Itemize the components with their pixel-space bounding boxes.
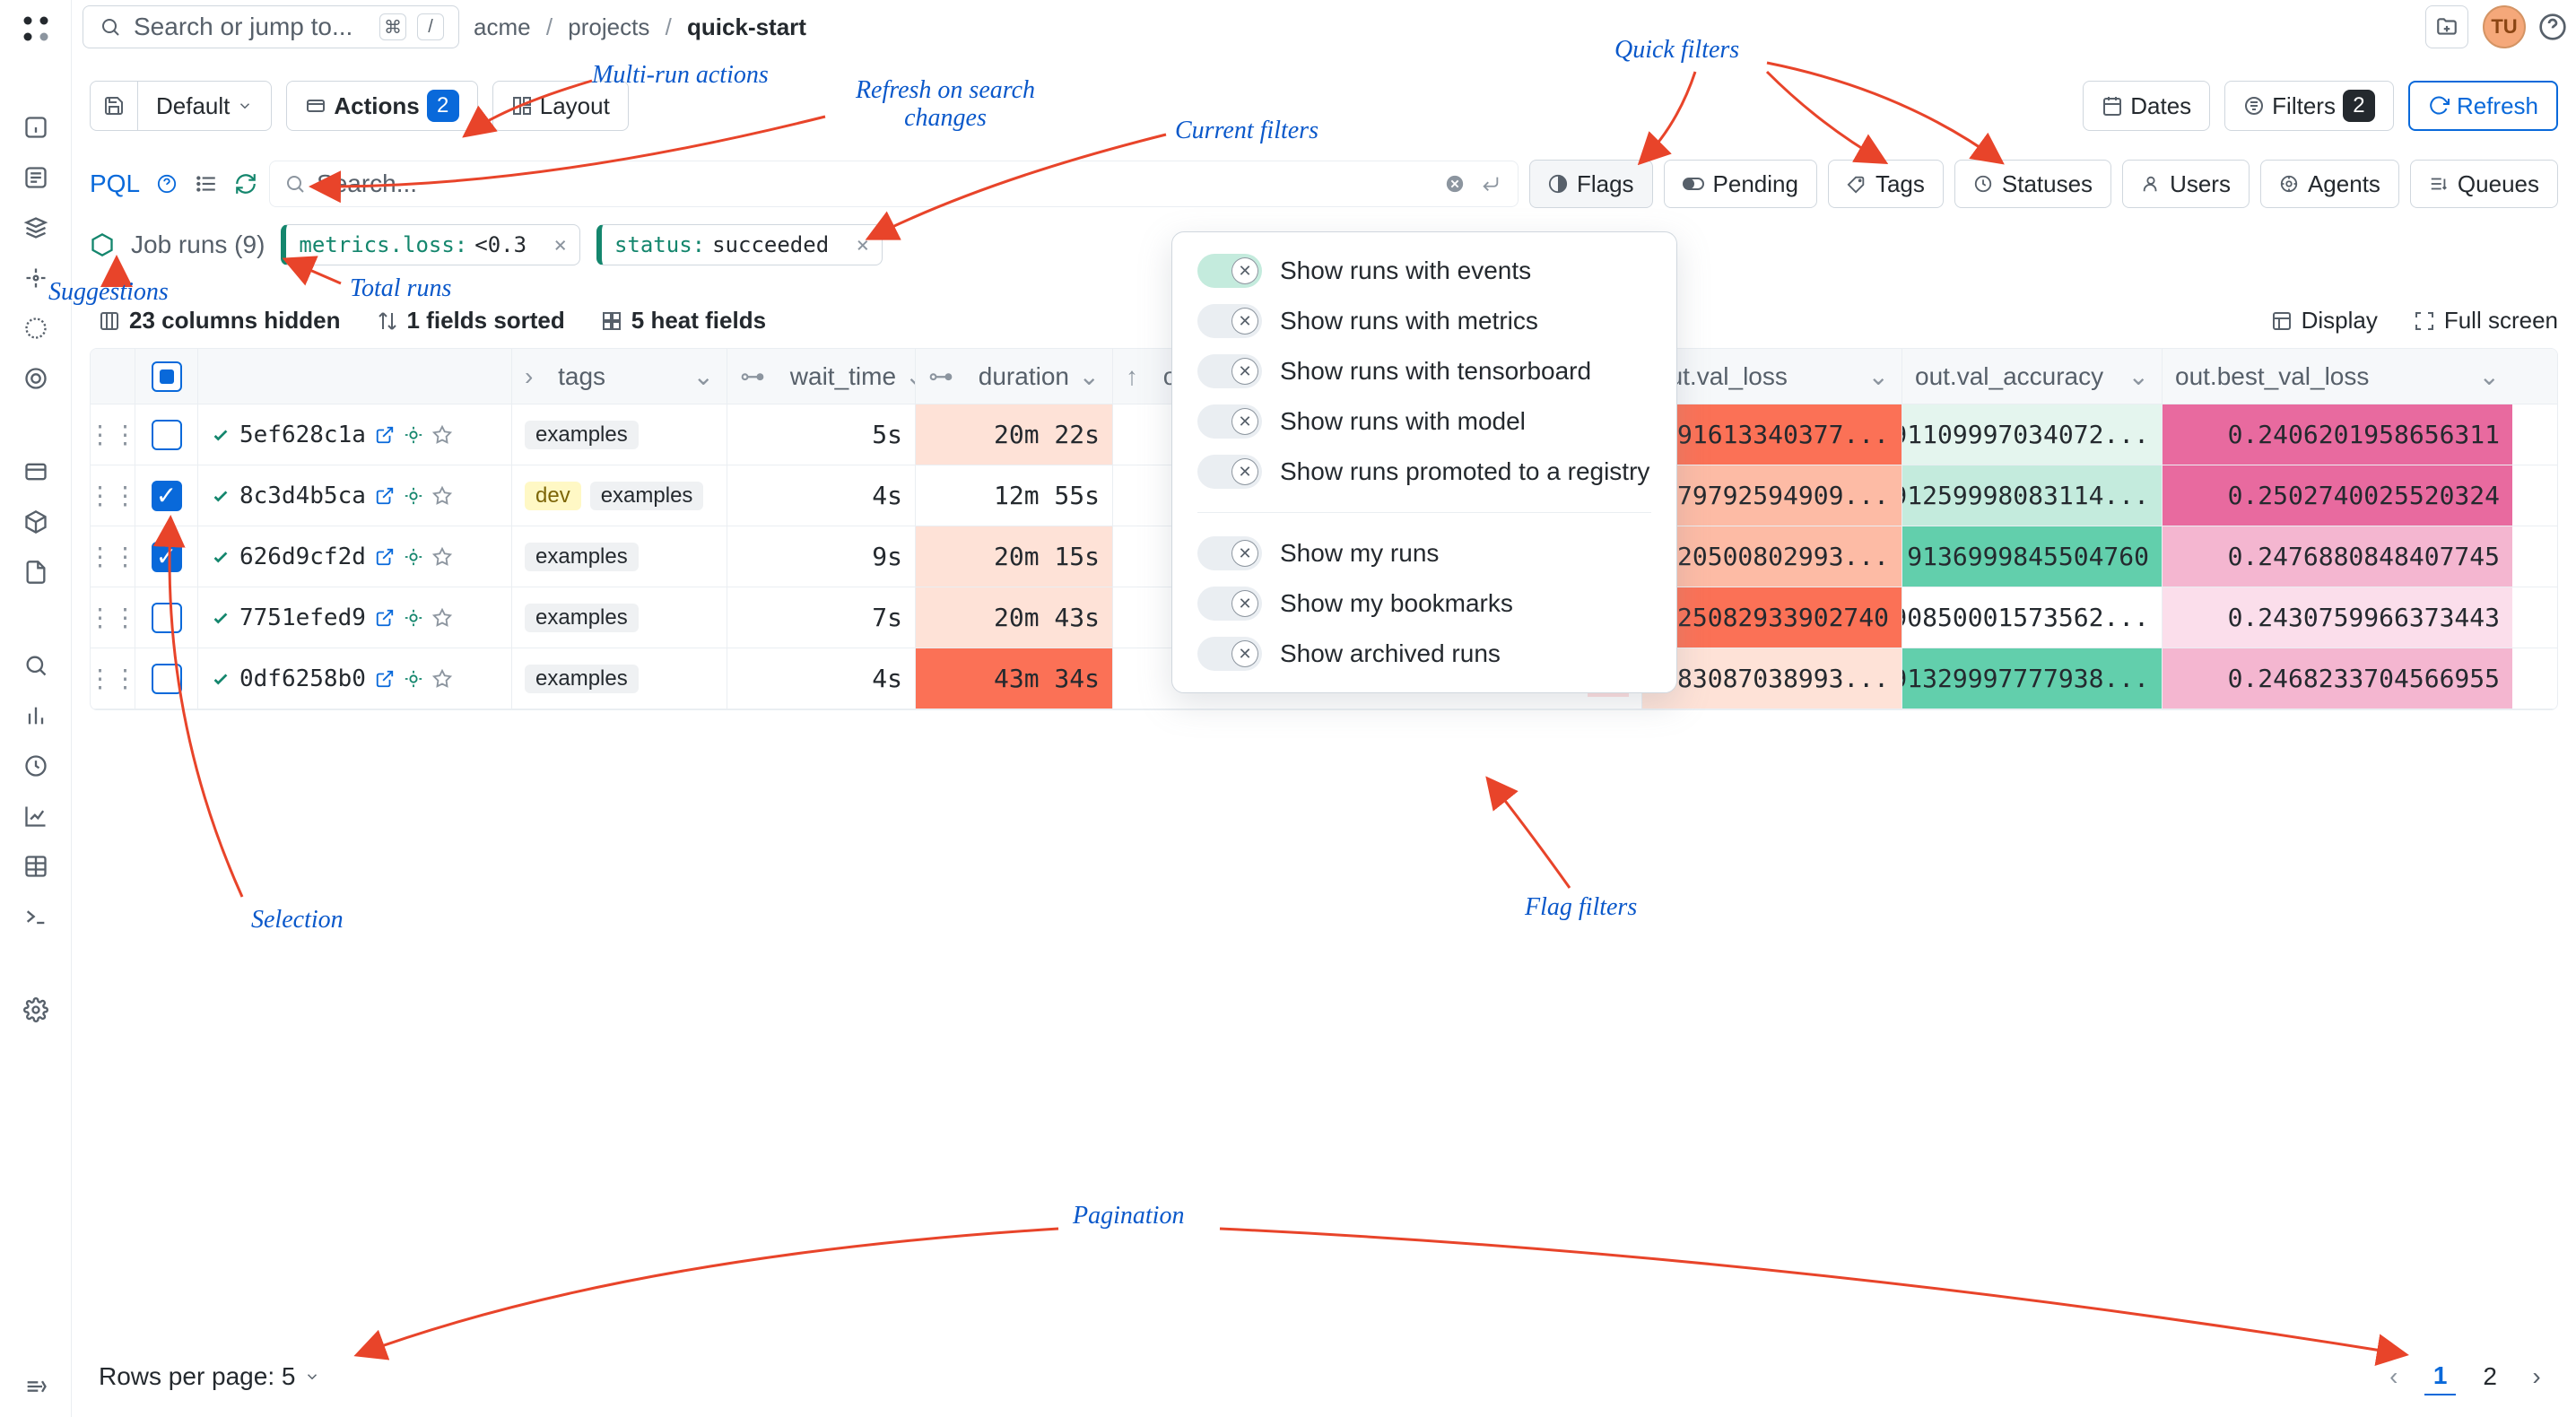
- ann-pagination: Pagination: [1073, 1202, 1184, 1230]
- ann-multi: Multi-run actions: [592, 61, 769, 90]
- toggle-archived[interactable]: ✕: [1197, 637, 1262, 671]
- ann-refresh: Refresh on search changes: [829, 77, 1062, 133]
- toggle-promoted[interactable]: ✕: [1197, 455, 1262, 489]
- ann-total: Total runs: [350, 274, 451, 303]
- ann-current: Current filters: [1175, 117, 1318, 145]
- ann-sugg: Suggestions: [48, 278, 169, 307]
- toggle-bookmarks[interactable]: ✕: [1197, 587, 1262, 621]
- ann-selection: Selection: [251, 906, 344, 935]
- toggle-events[interactable]: ✕: [1197, 254, 1262, 288]
- toggle-model[interactable]: ✕: [1197, 404, 1262, 439]
- ann-quick: Quick filters: [1614, 36, 1739, 65]
- flags-popup: ✕Show runs with events ✕Show runs with m…: [1171, 231, 1677, 693]
- toggle-tensorboard[interactable]: ✕: [1197, 354, 1262, 388]
- ann-flag: Flag filters: [1525, 893, 1637, 922]
- toggle-metrics[interactable]: ✕: [1197, 304, 1262, 338]
- toggle-my-runs[interactable]: ✕: [1197, 536, 1262, 570]
